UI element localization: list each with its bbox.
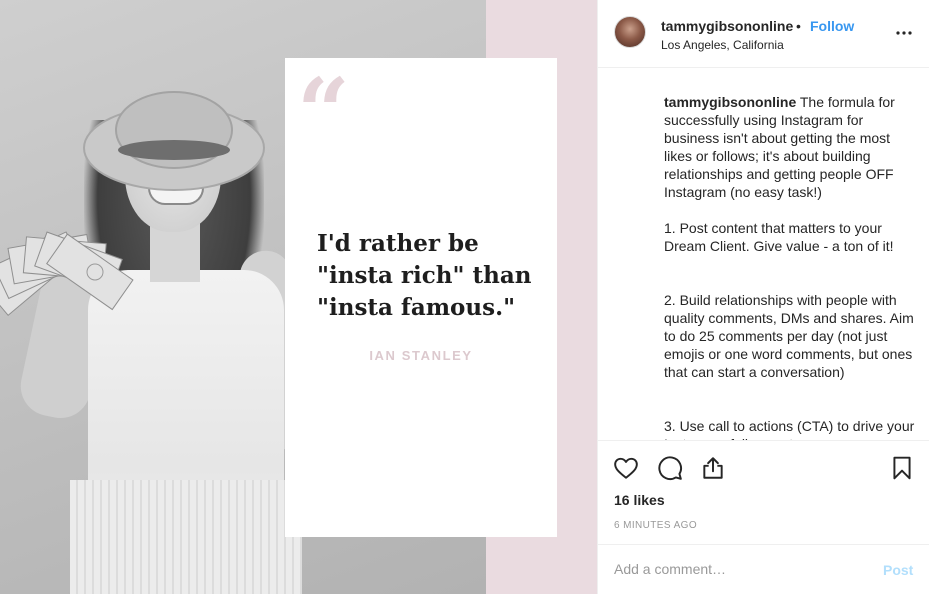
comment-input[interactable]	[614, 557, 864, 581]
share-icon[interactable]	[700, 455, 726, 481]
post-timestamp[interactable]: 6 MINUTES AGO	[614, 520, 697, 531]
action-bar: 16 likes 6 MINUTES AGO	[598, 440, 929, 544]
follow-button[interactable]: Follow	[810, 18, 854, 34]
avatar[interactable]	[614, 16, 646, 48]
post-comment-button[interactable]: Post	[883, 562, 913, 578]
location-link[interactable]: Los Angeles, California	[661, 38, 784, 52]
caption-point-3: 3. Use call to actions (CTA) to drive yo…	[664, 418, 915, 440]
quote-line: I'd rather be	[317, 230, 479, 257]
likes-count[interactable]: 16 likes	[614, 492, 665, 508]
quote-line: "insta famous."	[317, 294, 516, 321]
caption-intro: tammygibsononline The formula for succes…	[664, 93, 919, 201]
caption-username[interactable]: tammygibsononline	[664, 94, 796, 110]
quote-card: “ I'd rather be "insta rich" than "insta…	[285, 58, 557, 537]
money-fan	[0, 231, 134, 316]
comment-bar: Post	[598, 544, 929, 594]
separator-dot: •	[796, 18, 801, 34]
post-header: tammygibsononline • Follow Los Angeles, …	[598, 0, 929, 68]
woman-skirt	[70, 480, 302, 594]
quote-text: I'd rather be "insta rich" than "insta f…	[317, 228, 547, 324]
straw-hat	[83, 91, 265, 191]
caption-scroll-area[interactable]: tammygibsononline The formula for succes…	[598, 68, 929, 440]
post-sidebar: tammygibsononline • Follow Los Angeles, …	[597, 0, 929, 594]
more-options-icon[interactable]	[895, 26, 913, 40]
comment-icon[interactable]	[657, 455, 683, 481]
caption-point-2: 2. Build relationships with people with …	[664, 292, 914, 380]
quote-author: IAN STANLEY	[369, 348, 473, 363]
quote-mark-icon: “	[297, 58, 350, 166]
post-image[interactable]: “ I'd rather be "insta rich" than "insta…	[0, 0, 597, 594]
caption: tammygibsononline The formula for succes…	[664, 93, 919, 440]
header-username[interactable]: tammygibsononline	[661, 18, 793, 34]
instagram-post: “ I'd rather be "insta rich" than "insta…	[0, 0, 929, 594]
heart-icon[interactable]	[613, 455, 639, 481]
quote-line: "insta rich" than	[317, 262, 532, 289]
caption-point-1: 1. Post content that matters to your Dre…	[664, 220, 894, 254]
bookmark-icon[interactable]	[889, 455, 915, 481]
